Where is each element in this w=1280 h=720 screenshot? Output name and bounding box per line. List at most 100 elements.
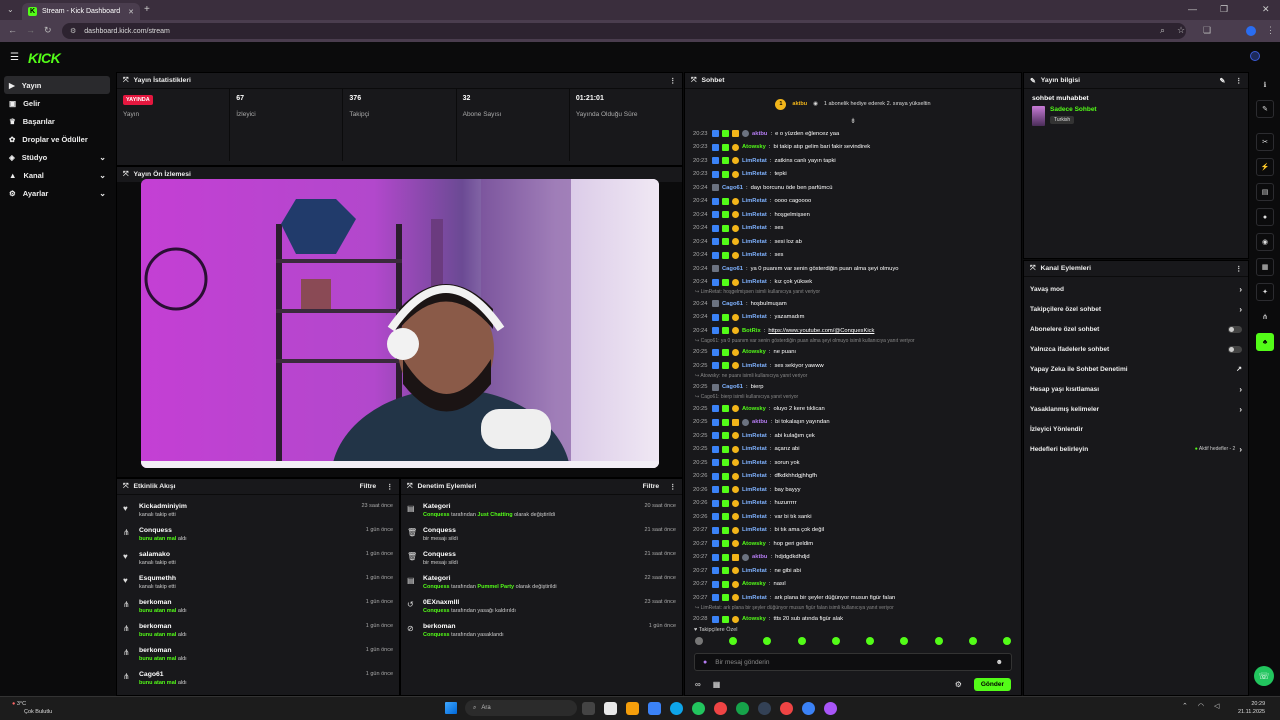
- activity-filter-button[interactable]: Filtre: [360, 483, 377, 490]
- chat-username[interactable]: LimRetat: [742, 239, 767, 245]
- store-icon[interactable]: ▦: [713, 680, 721, 689]
- start-icon[interactable]: [445, 702, 457, 714]
- close-icon[interactable]: ✕: [128, 8, 134, 16]
- chat-message[interactable]: 20:25 Atowsky: ne puanı: [685, 346, 1021, 360]
- chat-username[interactable]: LimRetat: [742, 460, 767, 466]
- flash-icon[interactable]: ⚡: [1256, 158, 1274, 176]
- chat-message[interactable]: 20:24 LimRetat: kız çok yüksek: [685, 276, 1021, 290]
- chat-message[interactable]: 20:27 LimRetat: bi tık ama çok değil: [685, 524, 1021, 538]
- edit-stream-icon[interactable]: ✎: [1256, 100, 1274, 118]
- channel-action-item[interactable]: Yasaklanmış kelimeler ›: [1024, 399, 1248, 419]
- sidebar-item-3[interactable]: ✿ Droplar ve Ödüller: [4, 130, 110, 148]
- media-icon[interactable]: [824, 702, 837, 715]
- chat-message[interactable]: 20:25 LimRetat: ses sekiyor yawww: [685, 359, 1021, 373]
- tray-chevron-icon[interactable]: ⌃: [1182, 702, 1188, 710]
- back-icon[interactable]: ←: [8, 25, 17, 35]
- reload-icon[interactable]: ↻: [44, 25, 52, 36]
- minimize-icon[interactable]: —: [1188, 4, 1197, 14]
- leaderboard-user[interactable]: aktbu: [792, 101, 807, 107]
- channel-action-item[interactable]: Yavaş mod ›: [1024, 279, 1248, 299]
- chat-username[interactable]: BotRix: [742, 328, 761, 334]
- wifi-icon[interactable]: ◠: [1198, 702, 1204, 710]
- chat-username[interactable]: LimRetat: [742, 198, 767, 204]
- chat-message[interactable]: 20:24 Cago61: ya 0 puanım var senin göster…: [685, 262, 1021, 276]
- zoom-icon[interactable]: ⌕: [1160, 25, 1165, 36]
- copilot-icon[interactable]: [604, 702, 617, 715]
- edit-icon[interactable]: ✎: [1220, 77, 1226, 85]
- chat-username[interactable]: aktbu: [752, 131, 767, 137]
- volume-icon[interactable]: ◁: [1214, 702, 1219, 710]
- toggle-switch[interactable]: [1228, 325, 1242, 333]
- channel-action-item[interactable]: Takipçilere özel sohbet ›: [1024, 299, 1248, 319]
- chat-username[interactable]: LimRetat: [742, 225, 767, 231]
- chat-message[interactable]: 20:24 LimRetat: ses: [685, 249, 1021, 263]
- activity-user[interactable]: Cago61: [139, 671, 187, 678]
- chat-message[interactable]: 20:26 LimRetat: huzurrrrr: [685, 497, 1021, 511]
- broadcast-icon[interactable]: ◉: [1256, 233, 1274, 251]
- document-icon[interactable]: ▤: [1256, 183, 1274, 201]
- explorer-icon[interactable]: [648, 702, 661, 715]
- app-icon[interactable]: [758, 702, 771, 715]
- info-icon[interactable]: ℹ: [1256, 76, 1274, 94]
- emote-icon[interactable]: [1002, 637, 1011, 645]
- moderation-target[interactable]: berkoman: [423, 623, 504, 630]
- chat-username[interactable]: LimRetat: [742, 212, 767, 218]
- chat-username[interactable]: aktbu: [752, 554, 767, 560]
- chat-message[interactable]: 20:25 Cago61: bierp: [685, 381, 1021, 395]
- moderation-target[interactable]: Kategori: [423, 575, 557, 582]
- sidebar-item-6[interactable]: ⚙ Ayarlar ⌄: [4, 184, 110, 202]
- hamburger-menu-icon[interactable]: ☰: [10, 52, 19, 63]
- clips-icon[interactable]: ✂: [1256, 133, 1274, 151]
- support-chat-icon[interactable]: ☏: [1254, 666, 1274, 686]
- chat-message[interactable]: 20:24 Cago61: hoşbulmuşam: [685, 297, 1021, 311]
- chat-message[interactable]: 20:27 aktbu: hdjdgdkdhdjd: [685, 551, 1021, 565]
- discord-icon[interactable]: [802, 702, 815, 715]
- address-bar[interactable]: ⚙ dashboard.kick.com/stream: [62, 23, 1186, 39]
- more-options-icon[interactable]: ⋮: [669, 483, 676, 491]
- chat-message[interactable]: 20:24 BotRix: https://www.youtube.com/@Con…: [685, 324, 1021, 338]
- chat-message[interactable]: 20:26 LimRetat: dfkdkhhdgjhhgfh: [685, 470, 1021, 484]
- window-close-icon[interactable]: ✕: [1262, 4, 1270, 15]
- chat-username[interactable]: Atowsky: [742, 541, 766, 547]
- chrome-icon[interactable]: [714, 702, 727, 715]
- chat-input[interactable]: ● Bir mesaj gönderin ☻: [694, 653, 1012, 671]
- chat-username[interactable]: LimRetat: [742, 487, 767, 493]
- notification-icon[interactable]: [1250, 51, 1260, 61]
- sidebar-item-1[interactable]: ▣ Gelir: [4, 94, 110, 112]
- chat-message[interactable]: 20:23 LimRetat: tepki: [685, 168, 1021, 182]
- chat-username[interactable]: aktbu: [752, 419, 767, 425]
- chat-username[interactable]: LimRetat: [742, 568, 767, 574]
- chat-username[interactable]: LimRetat: [742, 433, 767, 439]
- new-tab-icon[interactable]: +: [144, 4, 150, 15]
- bookmark-star-icon[interactable]: ☆: [1177, 25, 1185, 36]
- store-icon[interactable]: ▦: [1256, 258, 1274, 276]
- chat-username[interactable]: LimRetat: [742, 514, 767, 520]
- edge-icon[interactable]: [670, 702, 683, 715]
- forward-icon[interactable]: →: [26, 25, 35, 35]
- channel-action-item[interactable]: Hesap yaşı kısıtlaması ›: [1024, 379, 1248, 399]
- chat-message[interactable]: 20:26 LimRetat: bay bayyy: [685, 483, 1021, 497]
- chat-message[interactable]: 20:23 LimRetat: zatkins canlı yayın tapki: [685, 154, 1021, 168]
- chat-username[interactable]: LimRetat: [742, 252, 767, 258]
- emote-icon[interactable]: [968, 637, 977, 645]
- points-icon[interactable]: ∞: [695, 680, 701, 689]
- chat-username[interactable]: Cago61: [722, 301, 743, 307]
- chat-settings-icon[interactable]: ⚙: [955, 680, 962, 689]
- chat-message[interactable]: 20:24 LimRetat: ses: [685, 222, 1021, 236]
- chat-username[interactable]: Atowsky: [742, 144, 766, 150]
- send-button[interactable]: Gönder: [973, 677, 1011, 691]
- activity-user[interactable]: berkoman: [139, 599, 187, 606]
- chat-message[interactable]: 20:24 LimRetat: yazamadım: [685, 311, 1021, 325]
- chat-username[interactable]: LimRetat: [742, 171, 767, 177]
- site-info-icon[interactable]: ⚙: [70, 27, 76, 35]
- chat-username[interactable]: Atowsky: [742, 581, 766, 587]
- chat-username[interactable]: LimRetat: [742, 363, 767, 369]
- emote-icon[interactable]: [831, 637, 840, 645]
- chat-message[interactable]: 20:24 LimRetat: oooo cagoooo: [685, 195, 1021, 209]
- sidebar-item-4[interactable]: ◈ Stüdyo ⌄: [4, 148, 110, 166]
- browser-menu-icon[interactable]: ⋮: [1266, 25, 1275, 36]
- tab-list-icon[interactable]: ⌄: [7, 5, 14, 14]
- category-name[interactable]: Sadece Sohbet: [1050, 106, 1097, 113]
- moderation-target[interactable]: Conquess: [423, 551, 458, 558]
- chat-username[interactable]: Cago61: [722, 266, 743, 272]
